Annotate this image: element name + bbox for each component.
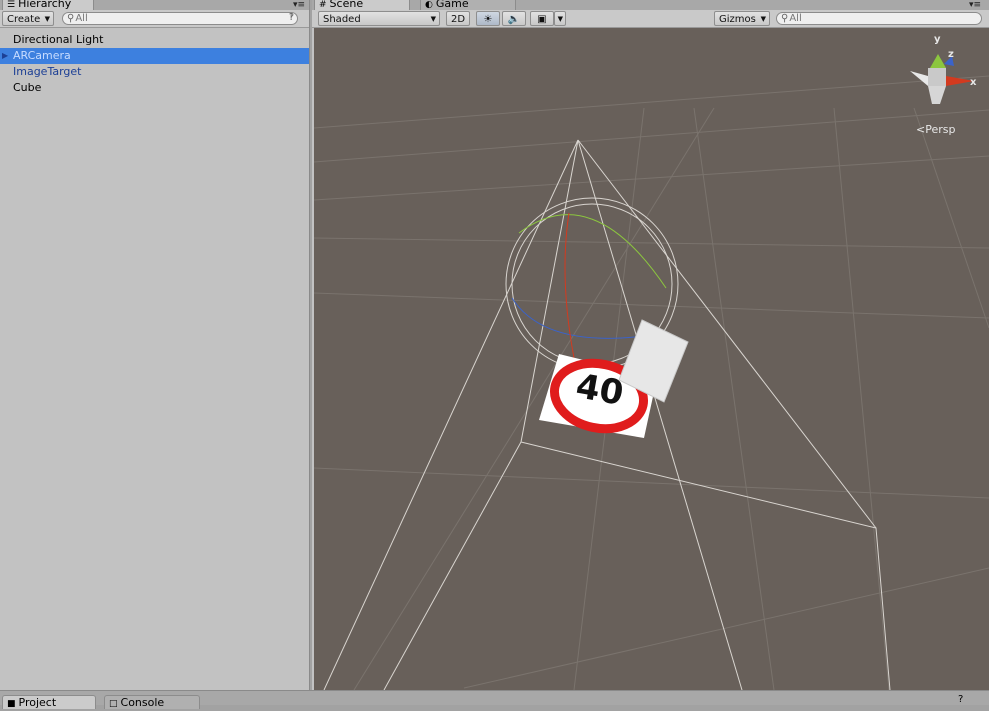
scene-viewport[interactable]: y z x 40 <Persp [314,28,989,690]
folder-icon: ■ [7,699,16,709]
help-icon[interactable]: ? [958,694,963,705]
list-icon: ☰ [7,0,16,10]
tab-project-label: Project [18,696,57,709]
hierarchy-item-label: Cube [13,81,42,94]
projection-arrow-icon: < [916,123,926,136]
create-button-label: Create [7,14,41,25]
speaker-icon: 🔈 [507,14,521,25]
bottom-tab-bar: ■ Project □ Console ? [0,690,989,709]
gizmos-label: Gizmos [719,14,756,25]
effects-toggle-button[interactable]: ▣ [530,11,554,26]
search-clear-icon[interactable]: ‽ [289,12,294,23]
axis-y-label: y [934,34,941,45]
chevron-down-icon: ▼ [430,15,436,23]
shading-mode-dropdown[interactable]: Shaded ▼ [318,11,440,26]
search-icon: ⚲ [67,13,75,24]
hierarchy-item-label: Directional Light [13,33,104,46]
scene-search-input[interactable]: ⚲All [776,12,982,25]
hierarchy-item-label: ARCamera [13,49,71,62]
panel-menu-icon[interactable]: ▾≡ [293,0,305,10]
hierarchy-tab-bar: ☰ Hierarchy ▾≡ [0,0,309,10]
pacman-icon: ◐ [425,0,433,10]
tab-hierarchy[interactable]: ☰ Hierarchy [2,0,94,10]
projection-label[interactable]: <Persp [916,123,955,136]
tab-scene-label: Scene [329,0,364,10]
hierarchy-search-input[interactable]: ⚲All ‽ [62,12,298,25]
create-button[interactable]: Create ▼ [2,11,54,26]
image-icon: ▣ [537,14,547,25]
tab-game-label: Game [435,0,469,10]
scene-search-placeholder: All [789,13,802,24]
shading-mode-value: Shaded [323,14,361,25]
panel-menu-icon[interactable]: ▾≡ [969,0,981,10]
tab-hierarchy-label: Hierarchy [18,0,72,10]
chevron-down-icon: ▼ [760,15,766,23]
console-icon: □ [109,699,118,709]
audio-toggle-button[interactable]: 🔈 [502,11,526,26]
orientation-gizmo[interactable] [910,54,974,104]
sun-icon: ☀ [483,14,493,25]
effects-dropdown-button[interactable]: ▼ [554,11,566,26]
hierarchy-search-placeholder: All [75,13,88,24]
2d-toggle-label: 2D [450,14,466,25]
hierarchy-item-arcamera[interactable]: ▶ ARCamera [0,48,309,64]
axis-x-label: x [970,77,977,88]
tab-project[interactable]: ■ Project [2,695,96,709]
gizmos-dropdown[interactable]: Gizmos ▼ [714,11,770,26]
target-sign-text: 40 [572,366,627,414]
search-icon: ⚲ [781,13,789,24]
scene-canvas [314,54,989,690]
axis-z-label: z [948,49,954,60]
tab-game[interactable]: ◐ Game [420,0,516,10]
chevron-down-icon: ▼ [44,15,50,23]
expand-arrow-icon[interactable]: ▶ [2,48,8,64]
hierarchy-item-imagetarget[interactable]: ImageTarget [0,64,309,80]
chevron-down-icon: ▼ [557,15,563,23]
grid-icon: # [319,0,327,10]
tab-console-label: Console [120,696,165,709]
hierarchy-panel: ☰ Hierarchy ▾≡ Create ▼ ⚲All ‽ Directional… [0,0,310,690]
2d-toggle-button[interactable]: 2D [446,11,470,26]
projection-text: Persp [925,123,956,136]
hierarchy-toolbar: Create ▼ ⚲All ‽ [0,10,309,28]
scene-tab-bar: # Scene ◐ Game ▾≡ [312,0,989,10]
tab-console[interactable]: □ Console [104,695,200,709]
lighting-toggle-button[interactable]: ☀ [476,11,500,26]
tab-scene[interactable]: # Scene [314,0,410,10]
scene-panel: # Scene ◐ Game ▾≡ Shaded ▼ 2D ☀ 🔈 ▣ ▼ Gizmo… [312,0,989,690]
hierarchy-tree: Directional Light ▶ ARCamera ImageTarget… [0,32,309,96]
scene-toolbar: Shaded ▼ 2D ☀ 🔈 ▣ ▼ Gizmos ▼ ⚲All [312,10,989,28]
hierarchy-item-directional-light[interactable]: Directional Light [0,32,309,48]
hierarchy-item-label: ImageTarget [13,65,82,78]
hierarchy-item-cube[interactable]: Cube [0,80,309,96]
